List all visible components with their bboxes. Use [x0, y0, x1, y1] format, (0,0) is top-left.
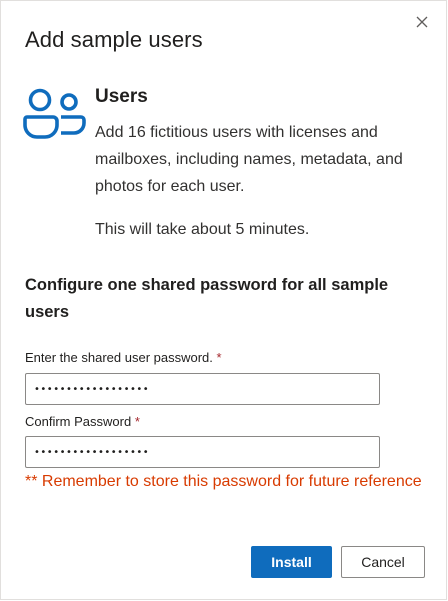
close-icon: [416, 16, 428, 28]
password-warning: ** Remember to store this password for f…: [25, 473, 422, 490]
required-marker: *: [216, 350, 222, 365]
close-button[interactable]: [410, 10, 434, 34]
add-sample-users-dialog: Add sample users Users Add 16 fictitious…: [0, 0, 447, 600]
install-button[interactable]: Install: [251, 546, 332, 578]
users-heading: Users: [95, 86, 148, 107]
confirm-password-input[interactable]: [25, 436, 380, 468]
time-estimate: This will take about 5 minutes.: [95, 221, 310, 238]
password-input[interactable]: [25, 373, 380, 405]
people-icon: [23, 88, 86, 139]
required-marker: *: [134, 414, 140, 429]
confirm-password-label-text: Confirm Password: [25, 414, 132, 429]
users-description: Add 16 fictitious users with licenses an…: [95, 124, 403, 195]
dialog-title: Add sample users: [25, 27, 203, 52]
password-label-text: Enter the shared user password.: [25, 350, 213, 365]
password-section-heading: Configure one shared password for all sa…: [25, 276, 389, 321]
cancel-button[interactable]: Cancel: [341, 546, 425, 578]
password-label: Enter the shared user password. *: [25, 350, 222, 365]
users-info: Users Add 16 fictitious users with licen…: [95, 85, 425, 243]
confirm-password-label: Confirm Password *: [25, 414, 140, 429]
